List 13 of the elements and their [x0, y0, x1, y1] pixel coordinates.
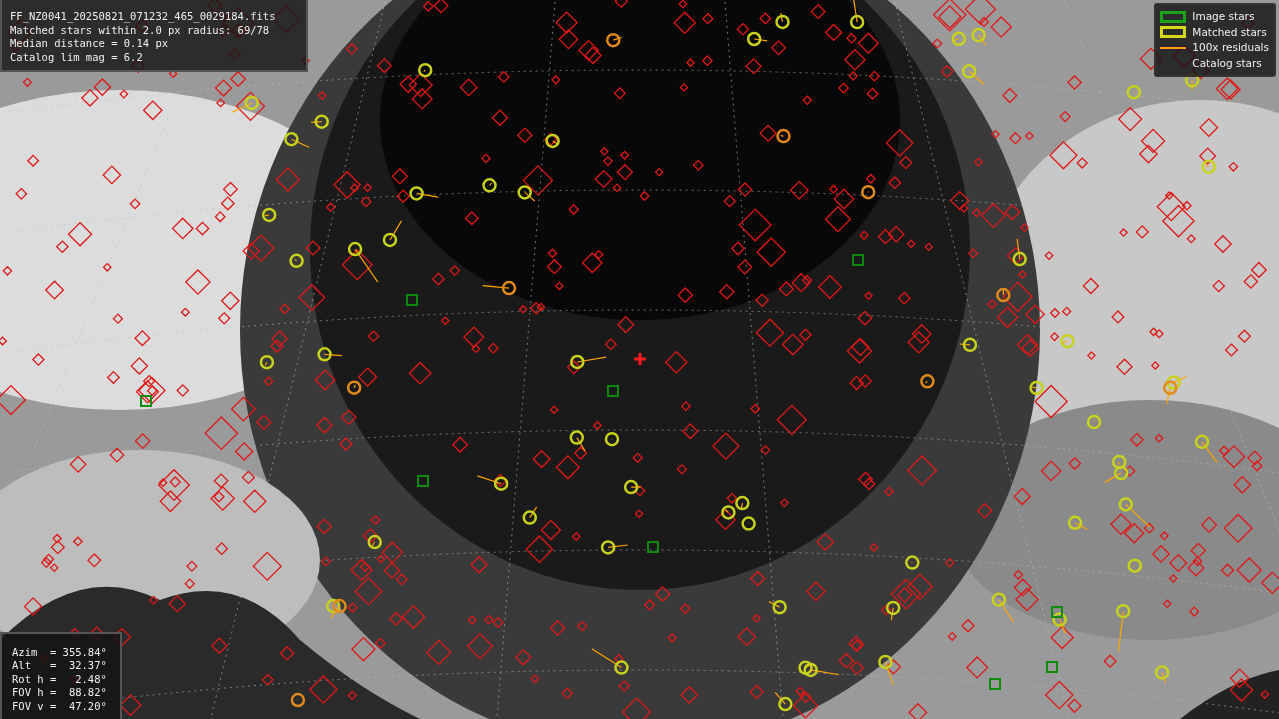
- pointing-text: Azim = 355.84°: [12, 645, 108, 659]
- pointing-text: FOV h = 88.82°: [12, 686, 108, 700]
- info-text: FF_NZ0041_20250821_071232_465_0029184.fits: [10, 10, 277, 24]
- pointing-text: Alt = 32.37°: [12, 659, 108, 673]
- legend-label: 100x residuals: [1192, 41, 1269, 55]
- info-text: Catalog lim mag = 6.2: [10, 50, 144, 64]
- legend-label: Catalog stars: [1192, 56, 1262, 70]
- info-text: Matched stars within 2.0 px radius: 69/78: [10, 23, 271, 37]
- pointing-text: Rot h = 2.48°: [12, 672, 108, 686]
- info-text: Median distance = 0.14 px: [10, 37, 170, 51]
- pointing-text: FOV v = 47.20°: [12, 699, 108, 713]
- legend-label: Matched stars: [1192, 25, 1267, 39]
- legend-label: Image stars: [1192, 10, 1255, 24]
